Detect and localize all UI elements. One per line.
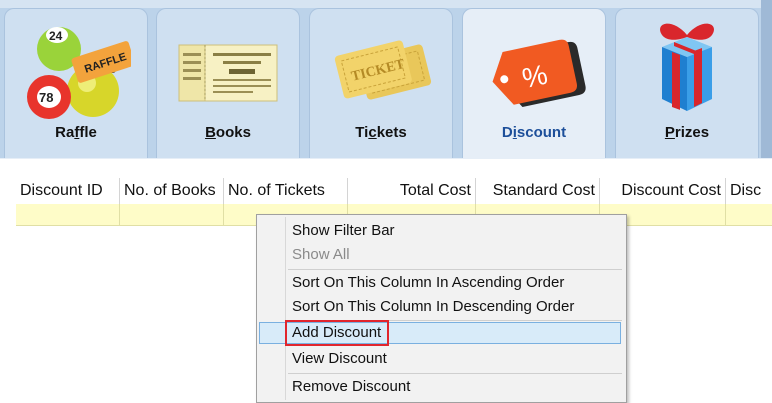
menu-item-sort-ascending[interactable]: Sort On This Column In Ascending Order	[292, 272, 564, 294]
tab-tickets[interactable]: TICKET Tickets	[309, 8, 453, 158]
grid-header: Discount ID No. of Books No. of Tickets …	[16, 178, 772, 205]
tab-label-tickets: Tickets	[355, 124, 407, 141]
menu-item-show-all: Show All	[292, 246, 350, 263]
menu-item-show-filter-bar[interactable]: Show Filter Bar	[292, 220, 395, 242]
tab-prizes[interactable]: Prizes	[615, 8, 759, 158]
tab-label-prizes: Prizes	[664, 124, 710, 141]
column-header-discount-id[interactable]: Discount ID	[16, 178, 120, 204]
tab-books[interactable]: Books	[156, 8, 300, 158]
column-header-no-of-tickets[interactable]: No. of Tickets	[224, 178, 348, 204]
gift-box-icon	[660, 23, 714, 111]
context-menu: Show Filter Bar Show All Sort On This Co…	[256, 214, 627, 403]
filter-cell-divider	[725, 204, 726, 225]
svg-text:78: 78	[39, 90, 53, 105]
discount-tag-icon: %	[492, 39, 586, 108]
window-edge	[761, 0, 772, 158]
column-header-no-of-books[interactable]: No. of Books	[120, 178, 224, 204]
column-header-total-cost[interactable]: Total Cost	[348, 178, 476, 204]
tab-label-books: Books	[205, 124, 251, 141]
column-header-discount-cost[interactable]: Discount Cost	[600, 178, 726, 204]
menu-separator	[288, 269, 622, 270]
raffle-balls-icon: 5 24 RAFFLE 78	[27, 27, 131, 119]
filter-cell-divider	[119, 204, 120, 225]
tab-raffle[interactable]: 5 24 RAFFLE 78 Raffle	[4, 8, 148, 158]
menu-item-sort-descending[interactable]: Sort On This Column In Descending Order	[292, 296, 574, 318]
menu-item-view-discount[interactable]: View Discount	[292, 348, 387, 370]
column-header-standard-cost[interactable]: Standard Cost	[476, 178, 600, 204]
menu-icon-gutter	[285, 217, 286, 400]
filter-cell-divider	[223, 204, 224, 225]
svg-text:24: 24	[49, 29, 63, 43]
annotation-highlight-box	[285, 320, 389, 346]
menu-item-remove-discount[interactable]: Remove Discount	[292, 376, 410, 398]
column-header-disc[interactable]: Disc	[726, 178, 772, 204]
ribbon-top-strip	[0, 0, 772, 8]
menu-separator	[288, 373, 622, 374]
tickets-icon: TICKET	[334, 40, 432, 100]
ticket-book-icon	[178, 44, 278, 102]
tab-label-discount: Discount	[501, 124, 567, 141]
ribbon-divider	[0, 158, 772, 159]
tab-label-raffle: Raffle	[55, 124, 97, 141]
tab-discount[interactable]: % Discount	[462, 8, 606, 160]
